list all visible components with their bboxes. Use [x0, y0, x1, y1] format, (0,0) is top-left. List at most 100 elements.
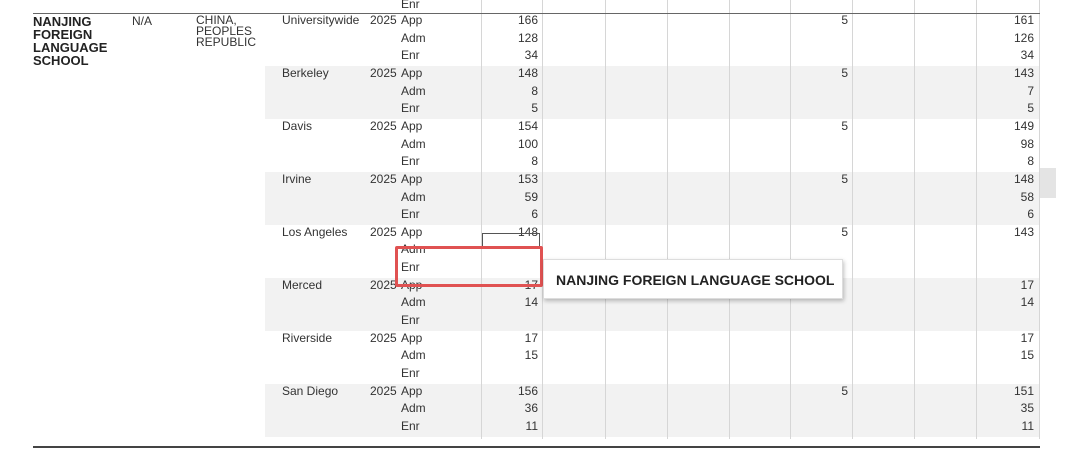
column-value[interactable]: 34 — [976, 47, 1034, 64]
column-value[interactable] — [976, 259, 1034, 276]
metric-label: App — [401, 224, 423, 239]
column-value[interactable] — [790, 347, 848, 364]
total-value[interactable]: 128 — [482, 30, 538, 47]
total-value[interactable]: 8 — [482, 83, 538, 100]
column-value[interactable] — [790, 189, 848, 206]
school-code: N/A — [132, 14, 153, 28]
total-value[interactable]: 148 — [482, 65, 538, 82]
total-value[interactable]: 6 — [482, 206, 538, 223]
column-value[interactable] — [790, 365, 848, 382]
column-value[interactable] — [790, 83, 848, 100]
total-value[interactable]: 36 — [482, 400, 538, 417]
total-value[interactable]: 166 — [482, 12, 538, 29]
metric-label: Adm — [401, 136, 426, 151]
total-value[interactable]: 8 — [482, 153, 538, 170]
metric-label: App — [401, 383, 423, 398]
column-value[interactable]: 98 — [976, 136, 1034, 153]
school-name[interactable]: NANJING FOREIGN LANGUAGE SCHOOL — [33, 15, 118, 67]
column-value[interactable]: 149 — [976, 118, 1034, 135]
column-value[interactable]: 6 — [976, 206, 1034, 223]
total-value[interactable]: 14 — [482, 294, 538, 311]
column-value[interactable] — [790, 330, 848, 347]
table-bottom-border — [33, 446, 1040, 448]
column-value[interactable] — [790, 206, 848, 223]
column-value[interactable] — [790, 312, 848, 329]
column-value[interactable]: 143 — [976, 65, 1034, 82]
total-value[interactable]: 5 — [482, 100, 538, 117]
column-value[interactable] — [790, 241, 848, 258]
total-value[interactable]: 15 — [482, 347, 538, 364]
column-value[interactable]: 17 — [976, 277, 1034, 294]
metric-label: Enr — [401, 154, 420, 169]
metric-label: App — [401, 13, 423, 27]
column-value[interactable]: 148 — [976, 171, 1034, 188]
column-value[interactable] — [790, 30, 848, 47]
total-value[interactable]: 154 — [482, 118, 538, 135]
metric-label: Adm — [401, 401, 426, 416]
column-value[interactable] — [976, 365, 1034, 382]
column-value[interactable] — [790, 136, 848, 153]
column-value[interactable]: 5 — [790, 65, 848, 82]
column-value[interactable]: 17 — [976, 330, 1034, 347]
school-tooltip: NANJING FOREIGN LANGUAGE SCHOOL — [543, 259, 843, 299]
column-value[interactable]: 8 — [976, 153, 1034, 170]
column-value[interactable]: 11 — [976, 418, 1034, 435]
column-value[interactable]: 5 — [976, 100, 1034, 117]
column-value[interactable] — [790, 400, 848, 417]
column-value[interactable] — [976, 241, 1034, 258]
total-value[interactable] — [482, 312, 538, 329]
column-value[interactable] — [790, 153, 848, 170]
column-value[interactable] — [790, 47, 848, 64]
total-value[interactable]: 17 — [482, 330, 538, 347]
campus-name: Irvine — [282, 171, 312, 186]
column-value[interactable]: 7 — [976, 83, 1034, 100]
campus-name: San Diego — [282, 383, 339, 398]
column-value[interactable]: 5 — [790, 118, 848, 135]
column-divider — [667, 0, 668, 439]
column-value[interactable]: 14 — [976, 294, 1034, 311]
metric-label: App — [401, 118, 423, 133]
metric-label: Adm — [401, 348, 426, 363]
metric-label: Enr — [401, 207, 420, 222]
metric-label: Enr — [401, 418, 420, 433]
vertical-scrollbar[interactable] — [1040, 0, 1080, 451]
campus-name: Merced — [282, 277, 323, 292]
column-value[interactable] — [790, 418, 848, 435]
year: 2025 — [370, 277, 397, 292]
metric-label: Adm — [401, 30, 426, 45]
total-value[interactable]: 100 — [482, 136, 538, 153]
total-value[interactable] — [482, 365, 538, 382]
metric-label: Enr — [401, 101, 420, 116]
column-value[interactable]: 15 — [976, 347, 1034, 364]
column-divider — [542, 0, 543, 439]
column-value[interactable] — [976, 312, 1034, 329]
column-value[interactable]: 151 — [976, 383, 1034, 400]
column-divider — [605, 0, 606, 439]
column-value[interactable]: 126 — [976, 30, 1034, 47]
campus-name: Davis — [282, 118, 313, 133]
column-value[interactable]: 5 — [790, 224, 848, 241]
column-value[interactable] — [790, 100, 848, 117]
column-value[interactable]: 143 — [976, 224, 1034, 241]
year: 2025 — [370, 171, 397, 186]
column-value[interactable]: 35 — [976, 400, 1034, 417]
column-value[interactable]: 5 — [790, 12, 848, 29]
column-value[interactable]: 161 — [976, 12, 1034, 29]
year: 2025 — [370, 330, 397, 345]
campus-name: Riverside — [282, 330, 333, 345]
metric-label: Enr — [401, 313, 420, 328]
scrollbar-thumb[interactable] — [1040, 168, 1056, 198]
campus-name: Universitywide — [282, 13, 360, 27]
campus-name: Los Angeles — [282, 224, 348, 239]
metric-label: App — [401, 65, 423, 80]
column-value[interactable]: 58 — [976, 189, 1034, 206]
total-value[interactable]: 34 — [482, 47, 538, 64]
total-value[interactable]: 153 — [482, 171, 538, 188]
column-value[interactable]: 5 — [790, 383, 848, 400]
column-value[interactable]: 5 — [790, 171, 848, 188]
metric-label: Enr — [401, 366, 420, 380]
total-value[interactable]: 11 — [482, 418, 538, 435]
total-value[interactable]: 59 — [482, 189, 538, 206]
year: 2025 — [370, 13, 397, 27]
total-value[interactable]: 156 — [482, 383, 538, 400]
